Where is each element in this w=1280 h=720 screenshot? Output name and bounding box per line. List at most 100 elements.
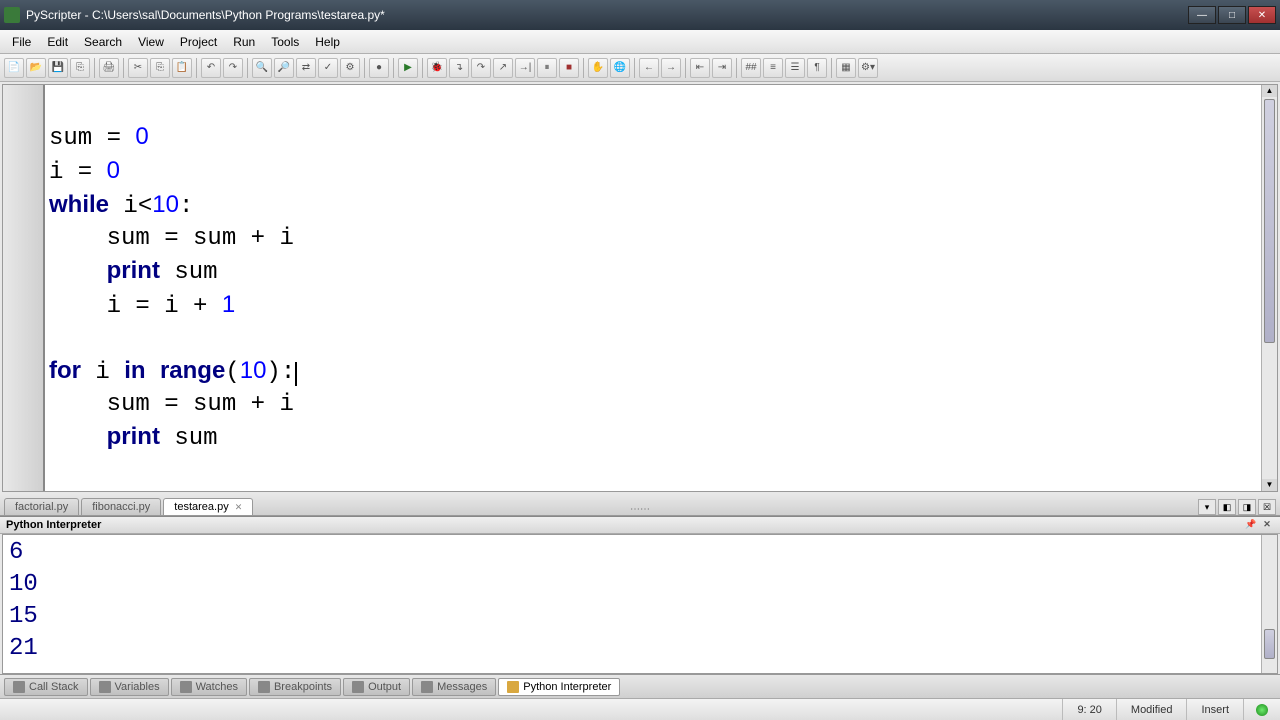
breakpoint-icon <box>258 681 270 693</box>
editor-scrollbar[interactable]: ▲ ▼ <box>1261 85 1277 491</box>
editor-gutter[interactable] <box>3 85 45 491</box>
layout-icon[interactable]: ▦ <box>836 58 856 78</box>
comment-icon[interactable]: ## <box>741 58 761 78</box>
scroll-thumb[interactable] <box>1264 99 1275 343</box>
toolbar-separator <box>94 58 95 78</box>
scroll-up-icon[interactable]: ▲ <box>1262 85 1277 97</box>
find-next-icon[interactable]: 🔎 <box>274 58 294 78</box>
bottom-tab-watches[interactable]: Watches <box>171 678 247 696</box>
undo-icon[interactable]: ↶ <box>201 58 221 78</box>
step-into-icon[interactable]: ↴ <box>449 58 469 78</box>
list-icon[interactable]: ☰ <box>785 58 805 78</box>
messages-icon <box>421 681 433 693</box>
menu-project[interactable]: Project <box>172 33 225 51</box>
bottom-tab-breakpoints[interactable]: Breakpoints <box>249 678 341 696</box>
step-over-icon[interactable]: ↷ <box>471 58 491 78</box>
status-insert-mode: Insert <box>1186 699 1243 720</box>
menu-edit[interactable]: Edit <box>39 33 76 51</box>
step-out-icon[interactable]: ↗ <box>493 58 513 78</box>
nav-close-icon[interactable]: ☒ <box>1258 499 1276 515</box>
hand-icon[interactable]: ✋ <box>588 58 608 78</box>
copy-icon[interactable]: ⎘ <box>150 58 170 78</box>
interpreter-output[interactable]: 6 10 15 21 <box>3 535 1261 673</box>
print-icon[interactable]: 🖨 <box>99 58 119 78</box>
toolbar-separator <box>123 58 124 78</box>
scroll-down-icon[interactable]: ▼ <box>1262 479 1277 491</box>
window-title: PyScripter - C:\Users\sal\Documents\Pyth… <box>26 8 1186 22</box>
tabbar-overflow: ⋯⋯ <box>630 504 650 515</box>
debug-icon[interactable]: 🐞 <box>427 58 447 78</box>
stop-icon[interactable]: ■ <box>559 58 579 78</box>
cut-icon[interactable]: ✂ <box>128 58 148 78</box>
bottom-tabbar: Call Stack Variables Watches Breakpoints… <box>0 674 1280 698</box>
close-button[interactable]: ✕ <box>1248 6 1276 24</box>
outdent-icon[interactable]: ⇤ <box>690 58 710 78</box>
back-icon[interactable]: ← <box>639 58 659 78</box>
save-all-icon[interactable]: ⎘ <box>70 58 90 78</box>
scroll-thumb[interactable] <box>1264 629 1275 659</box>
panel-close-icon[interactable]: ✕ <box>1260 519 1274 531</box>
tab-close-icon[interactable]: ✕ <box>235 502 243 512</box>
nav-next-icon[interactable]: ◨ <box>1238 499 1256 515</box>
tab-active[interactable]: testarea.py✕ <box>163 498 253 515</box>
interpreter-title: Python Interpreter <box>6 519 101 531</box>
paragraph-icon[interactable]: ¶ <box>807 58 827 78</box>
menu-help[interactable]: Help <box>307 33 348 51</box>
status-bar: 9: 20 Modified Insert <box>0 698 1280 720</box>
menu-view[interactable]: View <box>130 33 172 51</box>
toolbar-separator <box>634 58 635 78</box>
maximize-button[interactable]: □ <box>1218 6 1246 24</box>
vars-icon <box>99 681 111 693</box>
tab-file-2[interactable]: fibonacci.py <box>81 498 161 515</box>
menu-tools[interactable]: Tools <box>263 33 307 51</box>
menu-run[interactable]: Run <box>225 33 263 51</box>
paste-icon[interactable]: 📋 <box>172 58 192 78</box>
toolbar-separator <box>583 58 584 78</box>
run-icon[interactable]: ▶ <box>398 58 418 78</box>
indent-icon[interactable]: ⇥ <box>712 58 732 78</box>
bottom-tab-output[interactable]: Output <box>343 678 410 696</box>
check-syntax-icon[interactable]: ✓ <box>318 58 338 78</box>
toggle-breakpoint-icon[interactable]: ● <box>369 58 389 78</box>
code-editor[interactable]: sum = 0 i = 0 while i<10: sum = sum + i … <box>45 85 1261 491</box>
bottom-tab-callstack[interactable]: Call Stack <box>4 678 88 696</box>
status-modified: Modified <box>1116 699 1187 720</box>
toolbar-separator <box>831 58 832 78</box>
interpreter-header: Python Interpreter 📌 ✕ <box>0 516 1280 534</box>
find-icon[interactable]: 🔍 <box>252 58 272 78</box>
replace-icon[interactable]: ⇄ <box>296 58 316 78</box>
tab-file-1[interactable]: factorial.py <box>4 498 79 515</box>
pin-icon[interactable]: 📌 <box>1244 519 1258 531</box>
minimize-button[interactable]: — <box>1188 6 1216 24</box>
toolbar-separator <box>736 58 737 78</box>
globe-icon[interactable]: 🌐 <box>610 58 630 78</box>
redo-icon[interactable]: ↷ <box>223 58 243 78</box>
pause-icon[interactable]: ⏸ <box>537 58 557 78</box>
app-icon <box>4 7 20 23</box>
watch-icon <box>180 681 192 693</box>
bottom-tab-interpreter[interactable]: Python Interpreter <box>498 678 620 696</box>
open-file-icon[interactable]: 📂 <box>26 58 46 78</box>
bottom-tab-messages[interactable]: Messages <box>412 678 496 696</box>
menu-search[interactable]: Search <box>76 33 130 51</box>
nav-prev-icon[interactable]: ◧ <box>1218 499 1236 515</box>
python-icon <box>507 681 519 693</box>
run-to-cursor-icon[interactable]: →| <box>515 58 535 78</box>
forward-icon[interactable]: → <box>661 58 681 78</box>
status-led-icon <box>1256 704 1268 716</box>
bottom-tab-variables[interactable]: Variables <box>90 678 169 696</box>
output-icon <box>352 681 364 693</box>
new-file-icon[interactable]: 📄 <box>4 58 24 78</box>
editor-area: sum = 0 i = 0 while i<10: sum = sum + i … <box>2 84 1278 492</box>
options-icon[interactable]: ⚙▾ <box>858 58 878 78</box>
nav-dropdown-icon[interactable]: ▾ <box>1198 499 1216 515</box>
save-icon[interactable]: 💾 <box>48 58 68 78</box>
tool-icon[interactable]: ⚙ <box>340 58 360 78</box>
toolbar-separator <box>364 58 365 78</box>
editor-tabbar: factorial.py fibonacci.py testarea.py✕ ⋯… <box>0 494 1280 516</box>
toolbar-separator <box>685 58 686 78</box>
uncomment-icon[interactable]: ≡ <box>763 58 783 78</box>
interpreter-scrollbar[interactable] <box>1261 535 1277 673</box>
toolbar-separator <box>247 58 248 78</box>
menu-file[interactable]: File <box>4 33 39 51</box>
